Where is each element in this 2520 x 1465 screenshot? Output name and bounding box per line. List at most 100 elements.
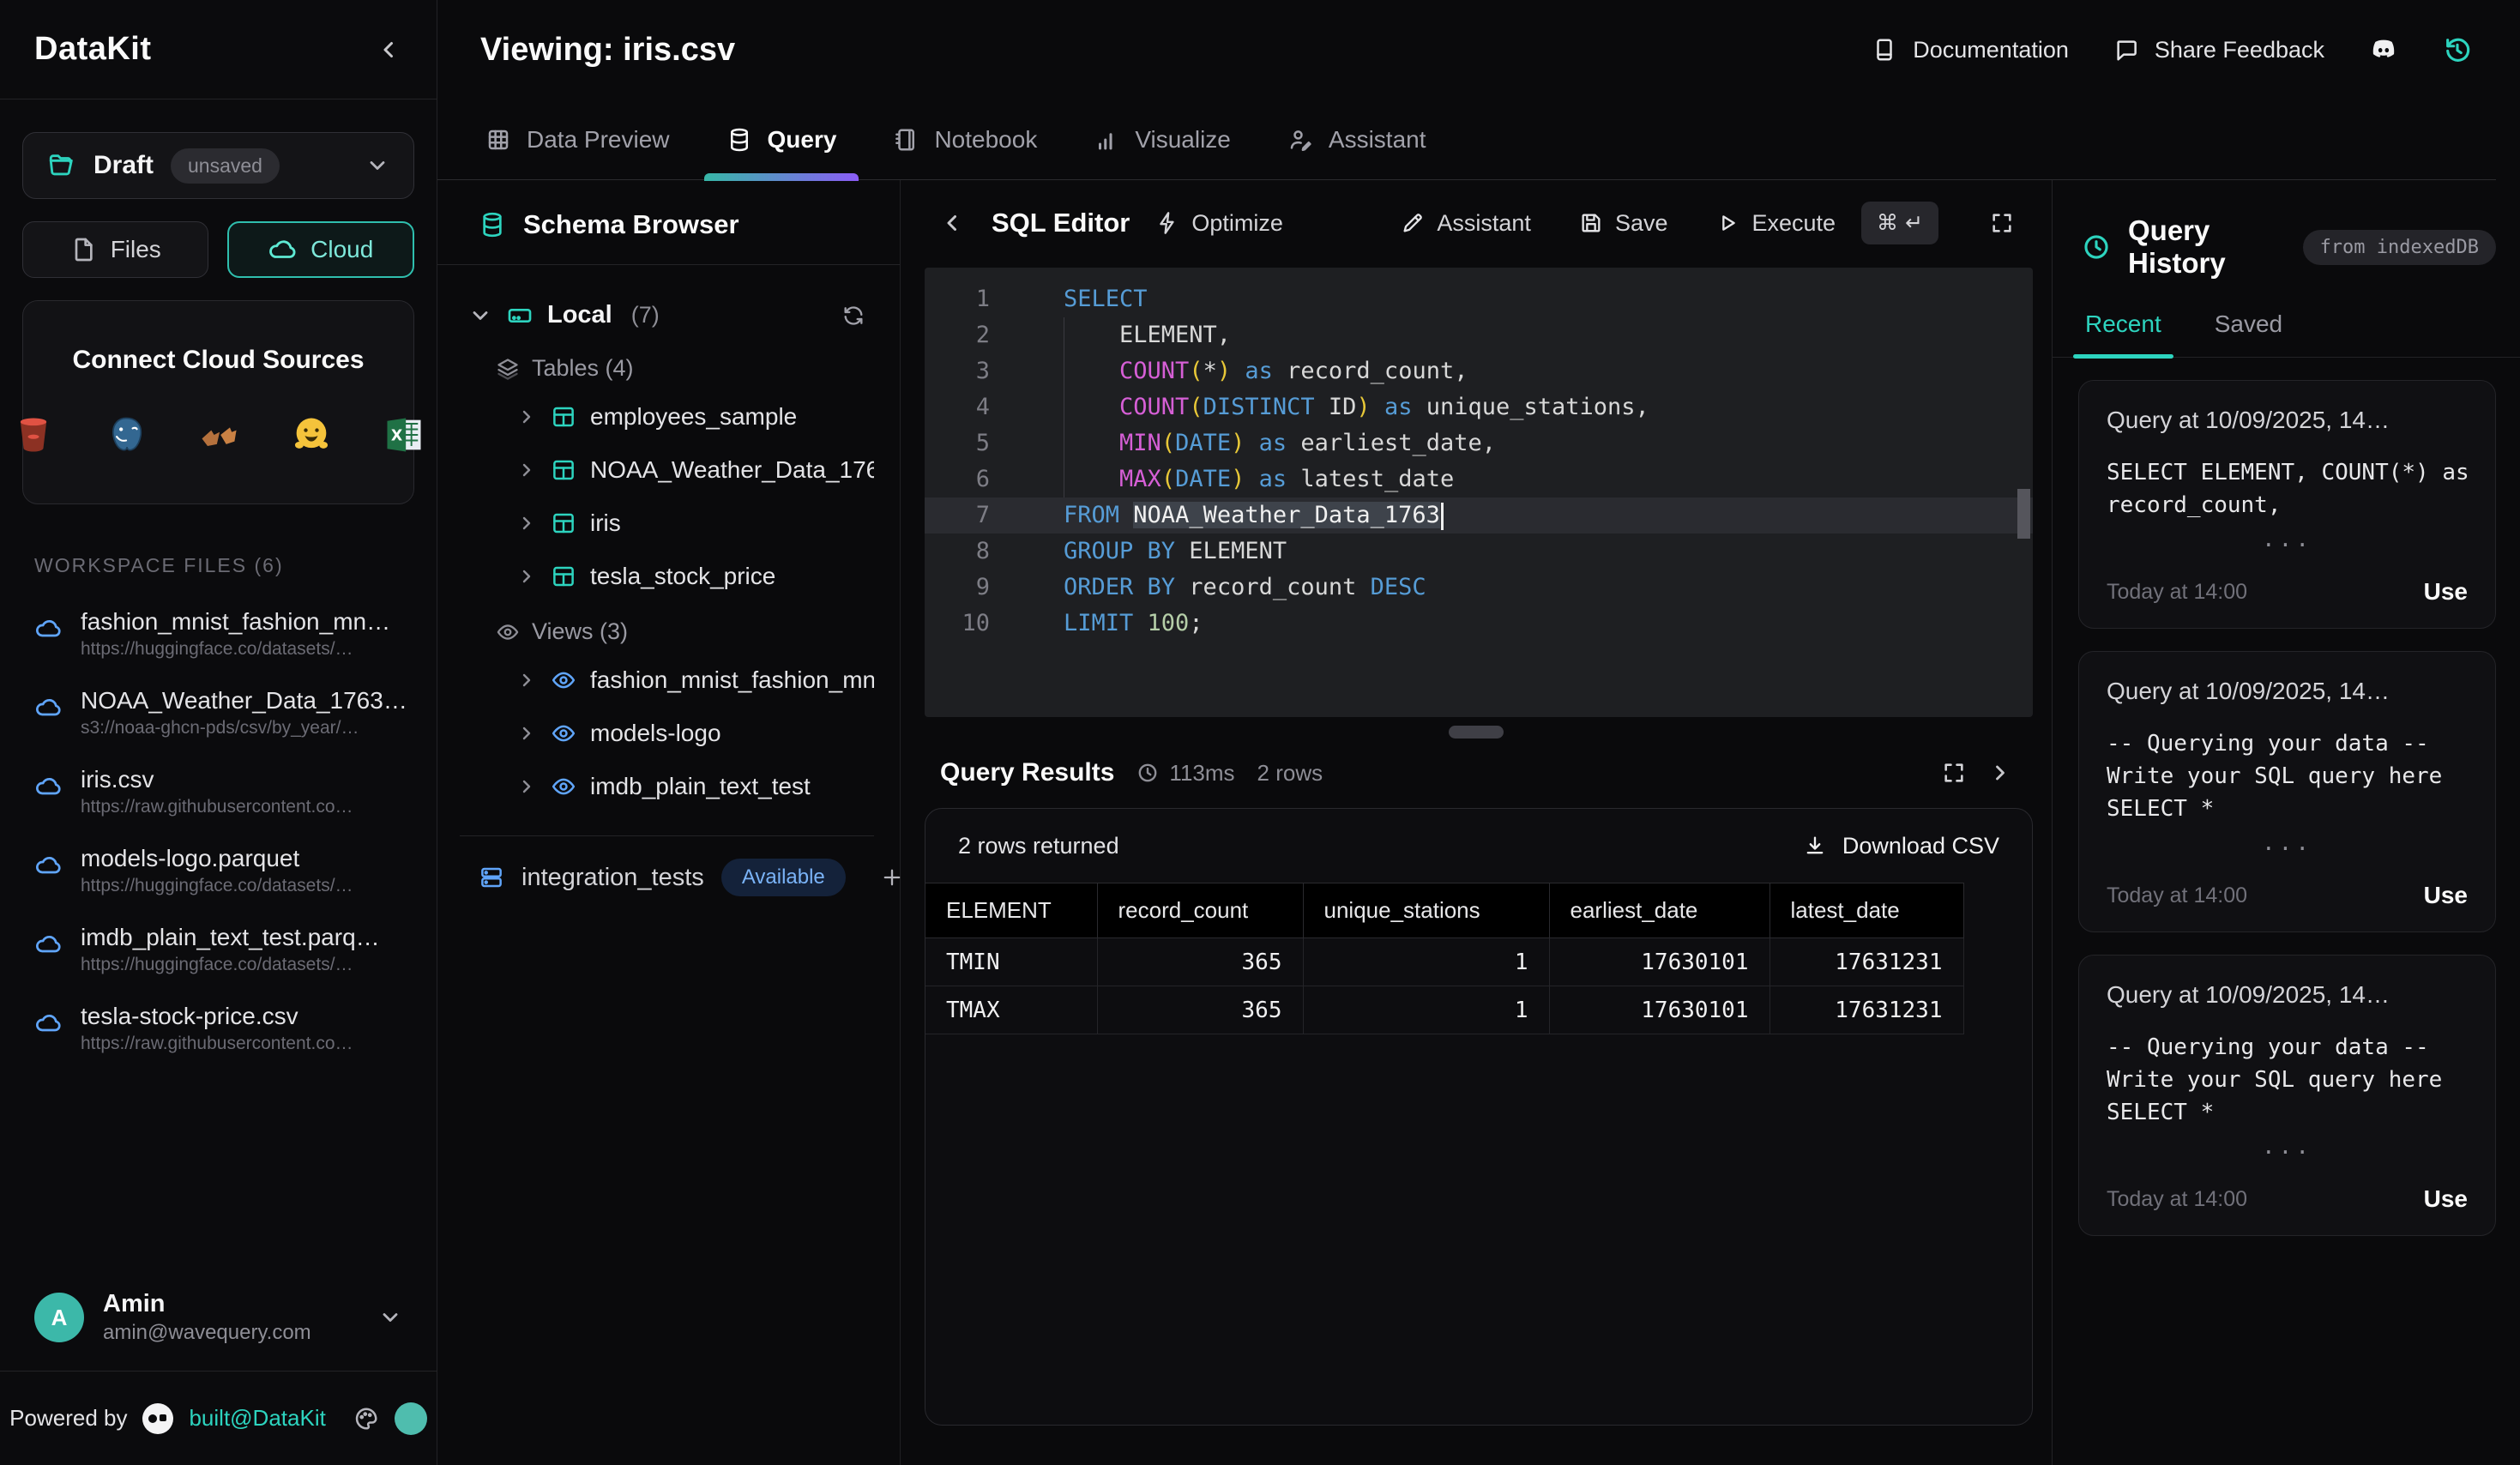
database-icon (726, 127, 752, 153)
project-selector[interactable]: Draft unsaved (22, 132, 414, 199)
token (1231, 358, 1245, 384)
duckdb-icon[interactable] (195, 411, 243, 459)
excel-icon[interactable]: X (380, 411, 428, 459)
table-row[interactable]: TMAX36511763010117631231 (925, 986, 1963, 1034)
tab-notebook[interactable]: Notebook (893, 126, 1037, 179)
use-button[interactable]: Use (2424, 882, 2468, 909)
cell-value: 17630101 (1549, 986, 1769, 1034)
tab-data-preview[interactable]: Data Preview (485, 126, 670, 179)
tab-visualize[interactable]: Visualize (1094, 126, 1231, 179)
cloud-toggle-button[interactable]: Cloud (227, 221, 415, 278)
token: FROM (1064, 502, 1119, 528)
theme-color-button[interactable] (395, 1402, 427, 1435)
documentation-button[interactable]: Documentation (1872, 37, 2069, 63)
schema-view-item[interactable]: models-logo (460, 707, 874, 760)
schema-table-item[interactable]: NOAA_Weather_Data_1763 (460, 443, 874, 497)
token: as (1384, 394, 1413, 420)
results-fullscreen-icon[interactable] (1942, 761, 1966, 785)
schema-table-item[interactable]: employees_sample (460, 390, 874, 443)
workspace-file[interactable]: tesla-stock-price.csvhttps://raw.githubu… (22, 989, 414, 1068)
s3-icon[interactable] (9, 411, 57, 459)
file-info: NOAA_Weather_Data_1763…s3://noaa-ghcn-pd… (81, 687, 407, 739)
download-icon (1803, 834, 1827, 858)
token: DISTINCT (1203, 394, 1315, 420)
cell-value: 17630101 (1549, 938, 1769, 986)
column-header[interactable]: latest_date (1769, 883, 1963, 938)
tab-assistant[interactable]: Assistant (1287, 126, 1426, 179)
workspace-file[interactable]: imdb_plain_text_test.parq…https://huggin… (22, 910, 414, 989)
files-toggle-button[interactable]: Files (22, 221, 208, 278)
column-header[interactable]: earliest_date (1549, 883, 1769, 938)
history-icon[interactable] (2443, 35, 2472, 64)
code-text: FROM NOAA_Weather_Data_1763 (1019, 497, 1444, 534)
panel-resize-handle[interactable] (1449, 726, 1504, 739)
schema-local-row[interactable]: Local (7) (460, 291, 874, 340)
discord-icon[interactable] (2369, 35, 2398, 64)
chevron-right-icon (516, 723, 537, 744)
refresh-icon[interactable] (841, 304, 865, 328)
file-url: https://raw.githubusercontent.co… (81, 1034, 353, 1054)
history-card-footer: Today at 14:00Use (2107, 882, 2468, 909)
share-feedback-button[interactable]: Share Feedback (2113, 37, 2324, 63)
results-table: ELEMENTrecord_countunique_stationsearlie… (925, 883, 1964, 1034)
tab-recent[interactable]: Recent (2085, 310, 2161, 357)
tab-query[interactable]: Query (726, 126, 837, 179)
history-card[interactable]: Query at 10/09/2025, 14…-- Querying your… (2078, 955, 2496, 1236)
assistant-button[interactable]: Assistant (1401, 210, 1531, 237)
collapse-sidebar-icon[interactable] (377, 37, 402, 63)
execute-button[interactable]: Execute (1715, 210, 1836, 237)
line-number: 1 (925, 281, 1019, 317)
available-badge: Available (721, 859, 846, 896)
bar-chart-icon (1094, 127, 1119, 153)
column-header[interactable]: record_count (1097, 883, 1303, 938)
huggingface-icon[interactable] (287, 411, 335, 459)
documentation-label: Documentation (1913, 37, 2069, 63)
column-header[interactable]: unique_stations (1303, 883, 1549, 938)
use-button[interactable]: Use (2424, 1185, 2468, 1213)
built-datakit-link[interactable]: built@DataKit (189, 1405, 325, 1432)
workspace-file[interactable]: NOAA_Weather_Data_1763…s3://noaa-ghcn-pd… (22, 673, 414, 752)
line-number: 6 (925, 461, 1019, 497)
cloud-icon (34, 615, 62, 642)
integration-tests-row[interactable]: integration_tests Available (460, 836, 874, 896)
postgresql-icon[interactable] (102, 411, 150, 459)
user-menu[interactable]: A Amin amin@wavequery.com (0, 1268, 437, 1371)
file-info: imdb_plain_text_test.parq…https://huggin… (81, 924, 380, 975)
file-info: iris.csvhttps://raw.githubusercontent.co… (81, 766, 353, 817)
fullscreen-icon[interactable] (1990, 211, 2014, 235)
schema-view-item[interactable]: imdb_plain_text_test (460, 760, 874, 813)
code-line: 8GROUP BY ELEMENT (925, 534, 2033, 570)
results-collapse-icon[interactable] (1988, 761, 2012, 785)
schema-view-item[interactable]: fashion_mnist_fashion_mnis (460, 654, 874, 707)
table-row[interactable]: TMIN36511763010117631231 (925, 938, 1963, 986)
svg-text:X: X (390, 428, 402, 445)
workspace-file[interactable]: iris.csvhttps://raw.githubusercontent.co… (22, 752, 414, 831)
save-button[interactable]: Save (1579, 210, 1668, 237)
play-icon (1715, 211, 1739, 235)
code-line: 5 MIN(DATE) as earliest_date, (925, 425, 2033, 461)
token: ( (1189, 358, 1203, 384)
use-button[interactable]: Use (2424, 578, 2468, 606)
palette-icon[interactable] (353, 1406, 379, 1432)
history-card[interactable]: Query at 10/09/2025, 14…-- Querying your… (2078, 651, 2496, 932)
column-header[interactable]: ELEMENT (925, 883, 1097, 938)
assistant-label: Assistant (1437, 210, 1531, 237)
workspace-file[interactable]: models-logo.parquethttps://huggingface.c… (22, 831, 414, 910)
sql-code-editor[interactable]: 1SELECT2 ELEMENT,3 COUNT(*) as record_co… (925, 268, 2033, 717)
download-csv-button[interactable]: Download CSV (1803, 833, 1999, 859)
chevron-down-icon (468, 304, 492, 328)
view-icon (551, 774, 576, 799)
schema-table-item[interactable]: tesla_stock_price (460, 550, 874, 603)
schema-table-item[interactable]: iris (460, 497, 874, 550)
token: ELEMENT (1175, 538, 1287, 564)
chevron-right-icon (516, 566, 537, 587)
tab-saved[interactable]: Saved (2215, 310, 2282, 357)
workspace-file[interactable]: fashion_mnist_fashion_mn…https://hugging… (22, 594, 414, 673)
cell-value: 365 (1097, 938, 1303, 986)
editor-scrollbar-thumb[interactable] (2017, 489, 2030, 539)
history-card[interactable]: Query at 10/09/2025, 14…SELECT ELEMENT, … (2078, 380, 2496, 629)
editor-back-icon[interactable] (940, 210, 966, 236)
optimize-button[interactable]: Optimize (1155, 210, 1283, 237)
query-duration: 113ms (1136, 760, 1234, 787)
token (1064, 430, 1119, 456)
